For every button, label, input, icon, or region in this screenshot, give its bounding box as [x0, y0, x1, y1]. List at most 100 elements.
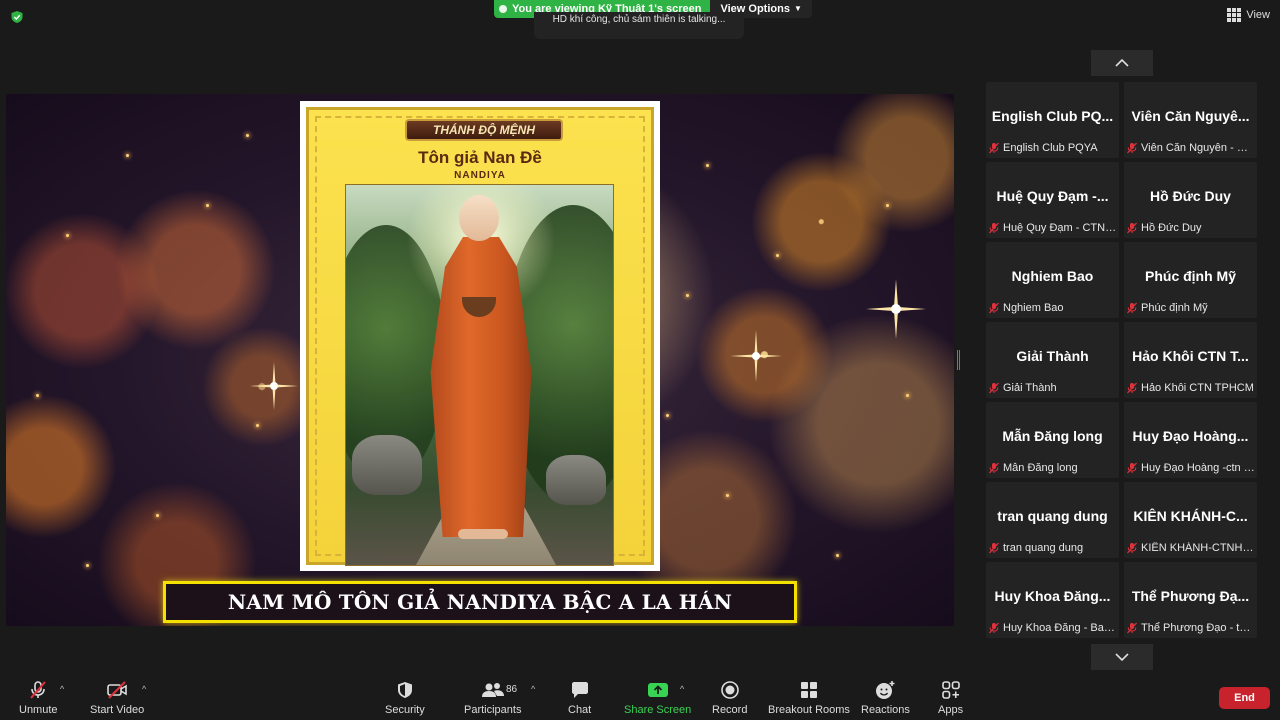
participant-footer: Huy Đạo Hoàng -ctn Đ... — [1126, 459, 1255, 476]
participant-label: Huệ Quy Đạm - CTN H... — [1003, 221, 1117, 234]
participant-name: Huy Đạo Hoàng... — [1132, 428, 1249, 444]
participant-footer: Huệ Quy Đạm - CTN H... — [988, 219, 1117, 236]
sparkle — [836, 554, 839, 557]
chat-icon — [571, 682, 588, 698]
participant-tile[interactable]: Phúc định Mỹ Phúc định Mỹ — [1124, 242, 1257, 318]
participant-footer: Giải Thành — [988, 379, 1117, 396]
view-button[interactable]: View — [1227, 8, 1270, 22]
participant-name: English Club PQ... — [991, 108, 1114, 124]
participants-caret-icon[interactable]: ^ — [531, 684, 535, 694]
participant-tile[interactable]: Hồ Đức Duy Hồ Đức Duy — [1124, 162, 1257, 238]
audio-options-caret-icon[interactable]: ^ — [60, 684, 64, 694]
mic-muted-icon — [989, 302, 999, 313]
participant-name: Thể Phương Đạ... — [1131, 588, 1250, 604]
caption-text: NAM MÔ TÔN GIẢ NANDIYA BẬC A LA HÁN — [227, 590, 733, 614]
sparkle — [256, 424, 259, 427]
sparkle — [206, 204, 209, 207]
participant-tile[interactable]: Viên Căn Nguyê... Viên Căn Nguyên - CT... — [1124, 82, 1257, 158]
star-flare — [866, 279, 926, 339]
shared-screen[interactable]: THÁNH ĐỘ MỆNH Tôn giả Nan Đề NANDIYA NAM… — [6, 94, 954, 626]
participant-name: Nghiem Bao — [1011, 268, 1094, 284]
share-options-caret-icon[interactable]: ^ — [680, 684, 684, 694]
participant-name: tran quang dung — [997, 508, 1108, 524]
grid-view-icon — [1227, 8, 1242, 22]
participant-name: Mẫn Đăng long — [1002, 428, 1103, 444]
star-flare — [250, 362, 298, 410]
reactions-button[interactable]: Reactions — [861, 680, 910, 716]
sparkle — [686, 294, 689, 297]
chevron-up-icon — [1115, 59, 1129, 67]
participant-name: Hảo Khôi CTN T... — [1132, 348, 1249, 364]
sparkle — [886, 204, 889, 207]
security-button[interactable]: Security — [385, 680, 425, 716]
mic-muted-icon — [989, 222, 999, 233]
record-button[interactable]: Record — [712, 680, 747, 716]
sparkle — [126, 154, 129, 157]
participant-name: Giải Thành — [1016, 348, 1089, 364]
gallery-scroll-up-button[interactable] — [1091, 50, 1153, 76]
participant-tile[interactable]: Giải Thành Giải Thành — [986, 322, 1119, 398]
unmute-label: Unmute — [19, 704, 58, 716]
mic-muted-icon — [1127, 222, 1137, 233]
caption-banner: NAM MÔ TÔN GIẢ NANDIYA BẬC A LA HÁN — [163, 581, 797, 623]
mic-muted-icon — [989, 382, 999, 393]
breakout-rooms-button[interactable]: Breakout Rooms — [768, 680, 850, 716]
participant-tile[interactable]: Huy Đạo Hoàng... Huy Đạo Hoàng -ctn Đ... — [1124, 402, 1257, 478]
video-off-icon — [107, 681, 127, 699]
participant-footer: Phúc định Mỹ — [1126, 299, 1255, 316]
mic-muted-icon — [1127, 462, 1137, 473]
participant-tile[interactable]: English Club PQ... English Club PQYA — [986, 82, 1119, 158]
video-options-caret-icon[interactable]: ^ — [142, 684, 146, 694]
sharing-status-icon — [499, 5, 507, 13]
participant-tile[interactable]: Huệ Quy Đạm -... Huệ Quy Đạm - CTN H... — [986, 162, 1119, 238]
reactions-label: Reactions — [861, 704, 910, 716]
participant-label: Thể Phương Đạo - tổ ... — [1141, 621, 1255, 634]
sparkle — [36, 394, 39, 397]
unmute-button[interactable]: Unmute — [19, 680, 58, 716]
end-meeting-button[interactable]: End — [1219, 687, 1270, 709]
chat-label: Chat — [568, 704, 592, 716]
participant-footer: tran quang dung — [988, 539, 1117, 556]
participant-label: tran quang dung — [1003, 541, 1084, 554]
apps-button[interactable]: Apps — [938, 680, 963, 716]
security-label: Security — [385, 704, 425, 716]
participant-footer: Thể Phương Đạo - tổ ... — [1126, 619, 1255, 636]
share-screen-icon — [647, 683, 668, 697]
chat-button[interactable]: Chat — [568, 680, 591, 716]
participant-label: Hồ Đức Duy — [1141, 221, 1202, 234]
participant-label: English Club PQYA — [1003, 141, 1098, 154]
participant-tile[interactable]: tran quang dung tran quang dung — [986, 482, 1119, 558]
poster-subtitle: NANDIYA — [454, 170, 506, 181]
participants-icon — [481, 683, 504, 697]
participant-label: Nghiem Bao — [1003, 301, 1064, 314]
poster-frame: THÁNH ĐỘ MỆNH Tôn giả Nan Đề NANDIYA — [306, 107, 654, 566]
gallery-scroll-down-button[interactable] — [1091, 644, 1153, 670]
view-label: View — [1246, 9, 1270, 21]
mic-muted-icon — [1127, 142, 1137, 153]
participant-label: Hảo Khôi CTN TPHCM — [1141, 381, 1254, 394]
participant-tile[interactable]: Hảo Khôi CTN T... Hảo Khôi CTN TPHCM — [1124, 322, 1257, 398]
sparkle — [156, 514, 159, 517]
participant-name: Viên Căn Nguyê... — [1131, 108, 1250, 124]
participant-name: KIÊN KHÁNH-C... — [1133, 508, 1248, 524]
star-flare — [730, 330, 782, 382]
record-icon — [720, 681, 739, 699]
participant-tile[interactable]: Huy Khoa Đăng... Huy Khoa Đăng - Balan — [986, 562, 1119, 638]
mic-muted-icon — [1127, 622, 1137, 633]
participant-name: Hồ Đức Duy — [1150, 188, 1231, 204]
participant-tile[interactable]: Mẫn Đăng long Mẫn Đăng long — [986, 402, 1119, 478]
start-video-button[interactable]: Start Video — [90, 680, 144, 716]
active-speaker-text: HD khí công, chủ sám thiên is talking... — [552, 14, 726, 25]
start-video-label: Start Video — [90, 704, 145, 716]
participant-footer: KIÊN KHÁNH-CTNHCM — [1126, 539, 1255, 556]
participant-footer: Mẫn Đăng long — [988, 459, 1117, 476]
encryption-shield-icon[interactable] — [10, 10, 24, 24]
participant-name: Huy Khoa Đăng... — [994, 588, 1111, 604]
participant-tile[interactable]: Thể Phương Đạ... Thể Phương Đạo - tổ ... — [1124, 562, 1257, 638]
participant-name: Huệ Quy Đạm -... — [996, 188, 1109, 204]
share-screen-label: Share Screen — [624, 704, 692, 716]
participants-label: Participants — [464, 704, 522, 716]
panel-resize-handle[interactable] — [957, 350, 960, 370]
participant-tile[interactable]: KIÊN KHÁNH-C... KIÊN KHÁNH-CTNHCM — [1124, 482, 1257, 558]
participant-tile[interactable]: Nghiem Bao Nghiem Bao — [986, 242, 1119, 318]
